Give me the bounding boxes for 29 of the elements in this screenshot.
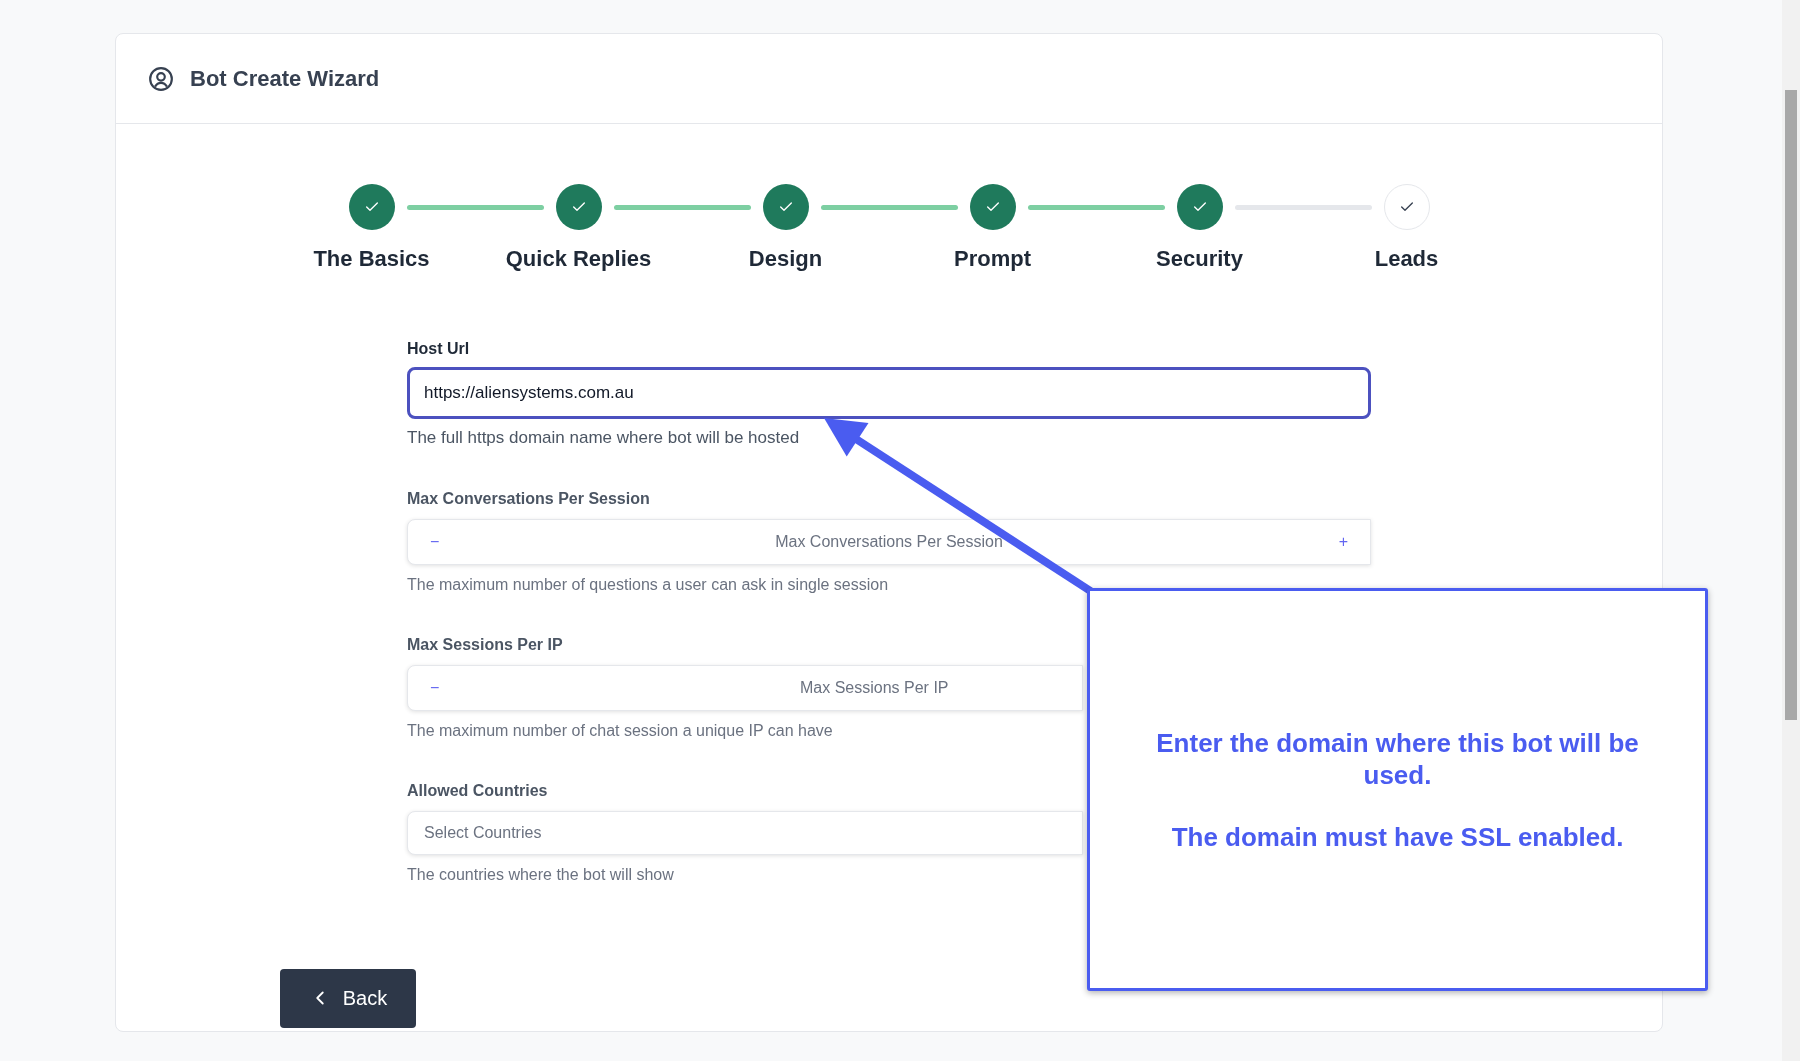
number-field[interactable]: − Max Conversations Per Session + [407, 518, 1371, 565]
select-field[interactable]: Select Countries [407, 810, 1083, 855]
host-url-field[interactable]: https://aliensystems.com.au [407, 367, 1371, 419]
minus-button[interactable]: − [430, 529, 450, 554]
step-label: Security [1156, 245, 1243, 273]
step-label: The Basics [313, 245, 430, 273]
wizard-title: Bot Create Wizard [190, 65, 380, 93]
field-label: Max Sessions Per IP [407, 634, 563, 655]
field-label: Max Conversations Per Session [407, 488, 650, 509]
back-button[interactable]: Back [280, 968, 416, 1028]
field-help: The maximum number of questions a user can ask in single session [407, 574, 889, 595]
plus-button[interactable]: + [1328, 529, 1348, 554]
minus-button[interactable]: − [430, 675, 450, 700]
field-label: Host Url [407, 339, 471, 359]
callout-text: The domain must have SSL enabled. [1171, 820, 1624, 853]
field-help: The full https domain name where bot will be hosted [407, 427, 801, 449]
user-circle-icon [148, 65, 174, 92]
field-help: The countries where the bot will show [407, 864, 674, 885]
step-label: Leads [1374, 245, 1439, 273]
number-field[interactable]: − Max Sessions Per IP [407, 664, 1083, 711]
field-placeholder: Max Sessions Per IP [800, 677, 949, 698]
field-label: Allowed Countries [407, 780, 548, 801]
field-placeholder: Max Conversations Per Session [774, 531, 1004, 552]
field-help: The maximum number of chat session a unique IP can have [407, 720, 833, 741]
step-label: Prompt [954, 245, 1031, 273]
step-label: Quick Replies [505, 245, 652, 273]
step-label: Design [748, 245, 823, 273]
scrollbar-thumb[interactable] [1785, 90, 1797, 720]
callout-text: Enter the domain where this bot will be used. [1155, 726, 1640, 791]
